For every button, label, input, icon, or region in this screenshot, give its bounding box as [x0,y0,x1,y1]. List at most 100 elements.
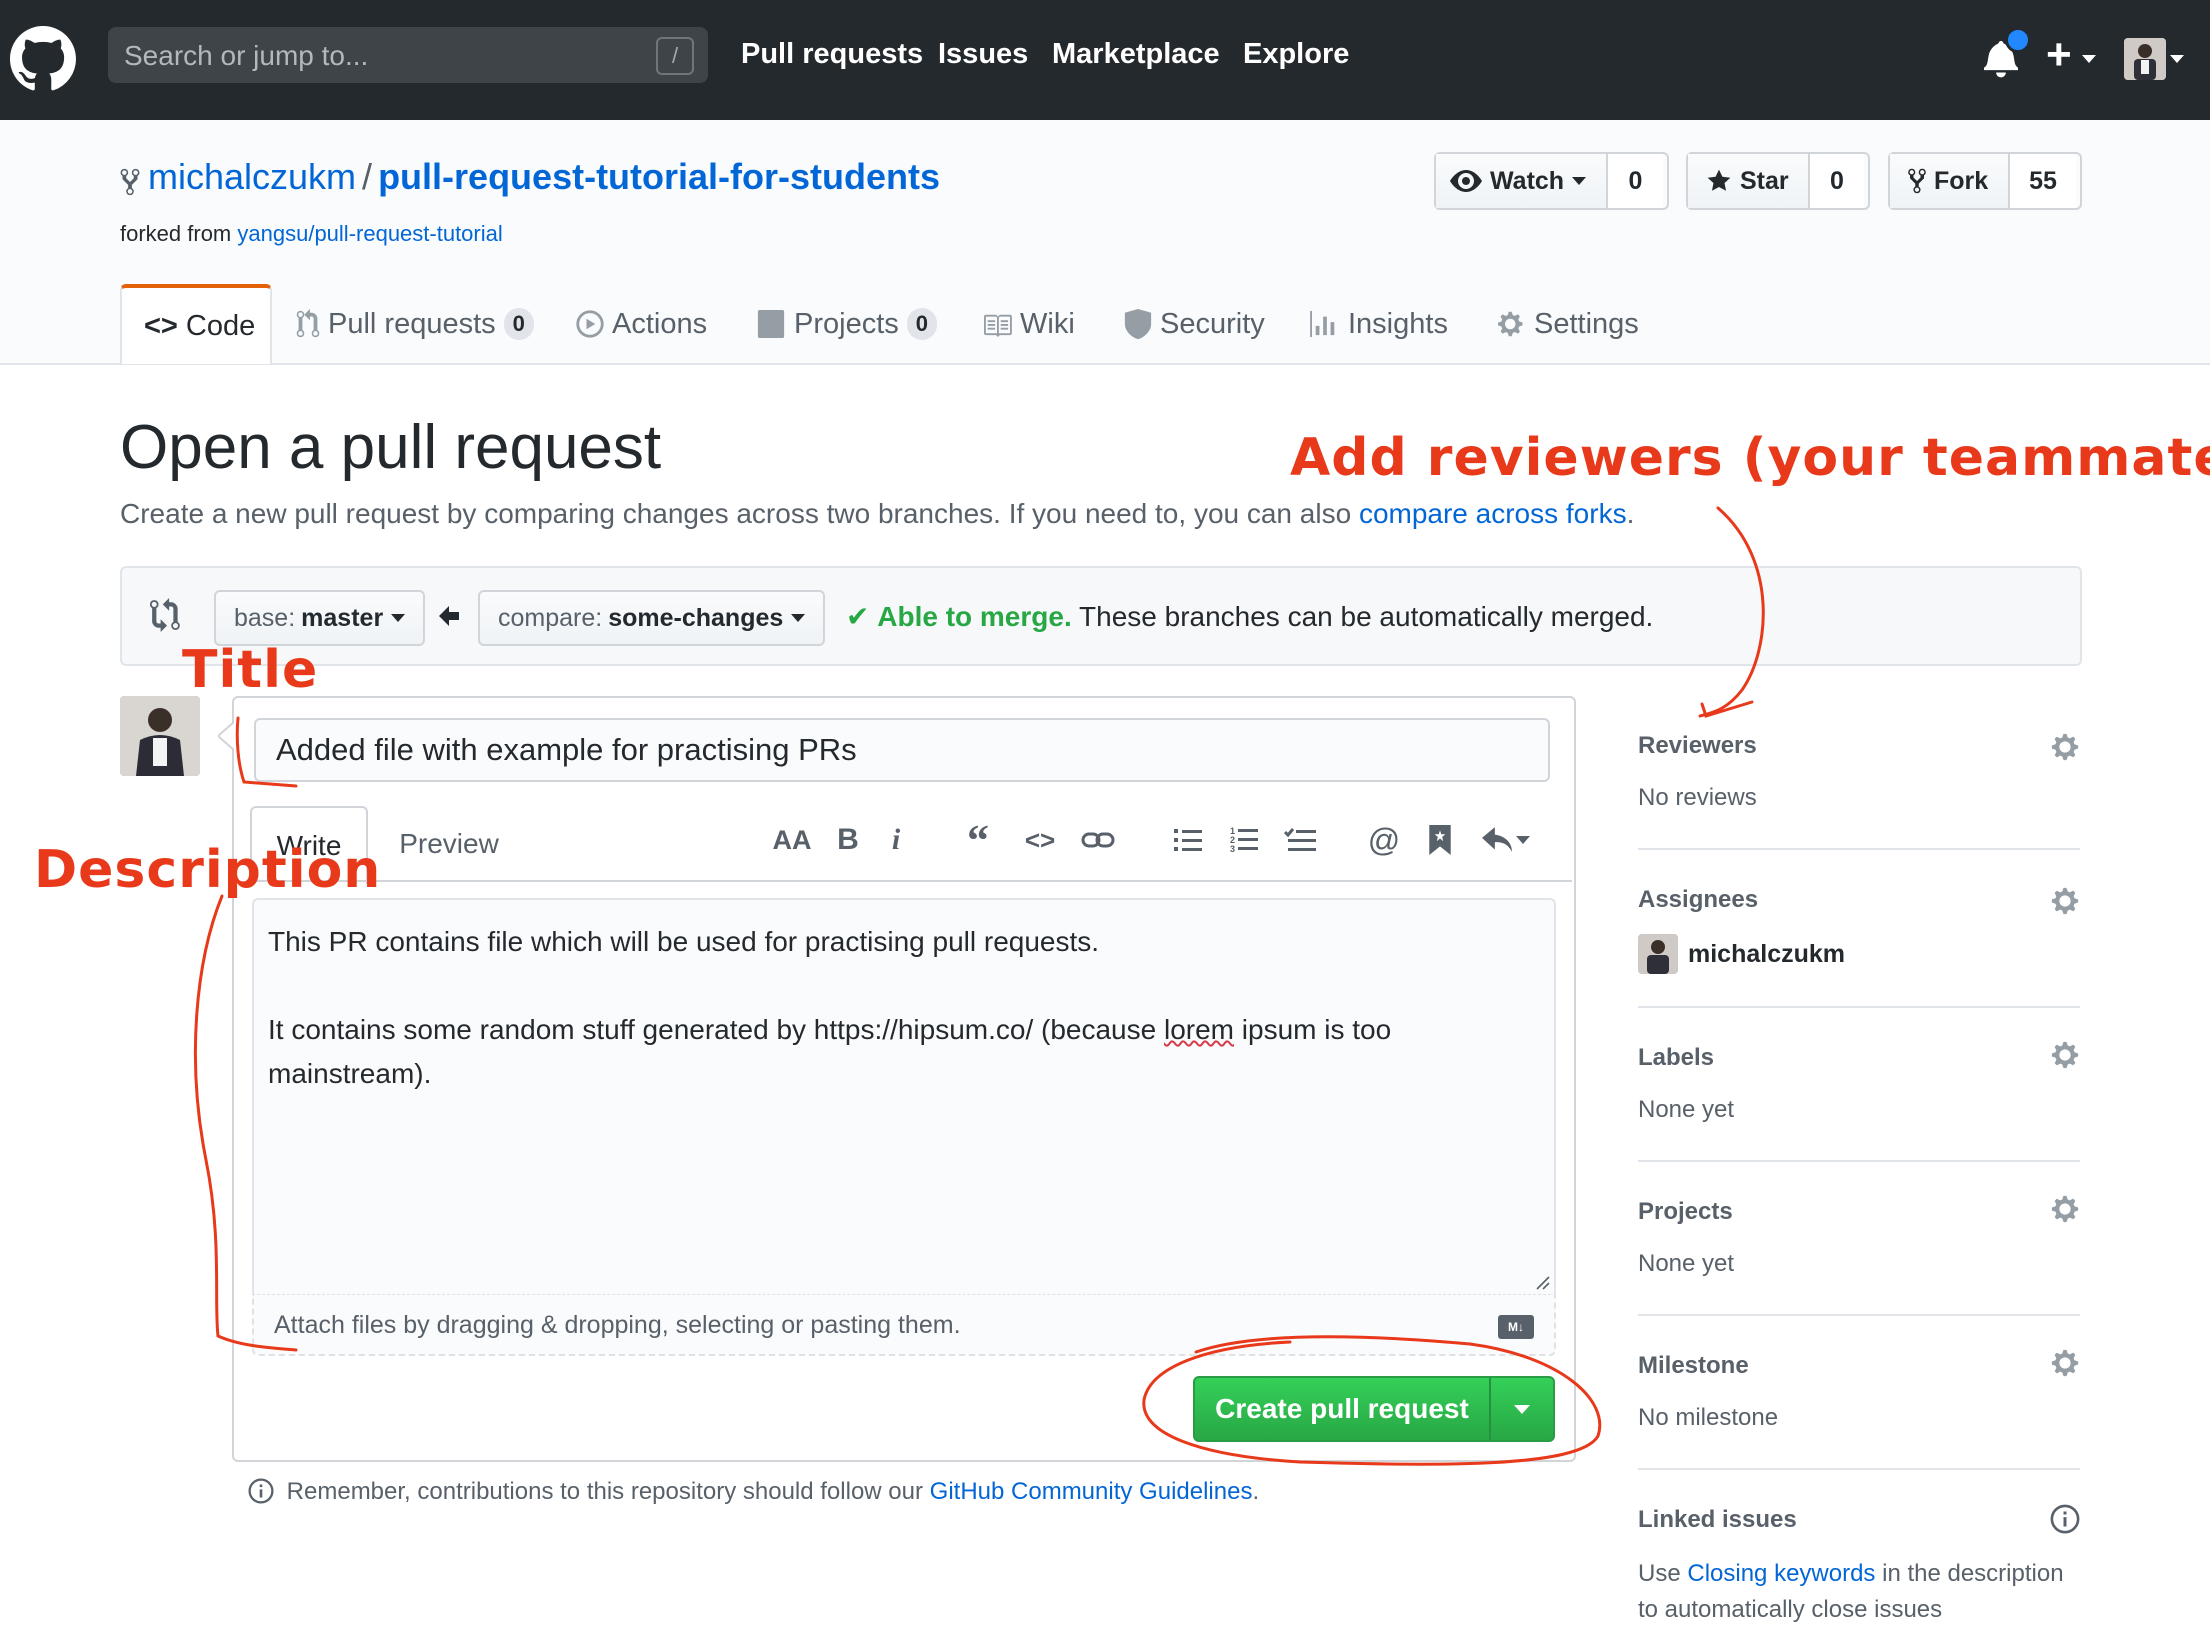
linked-issues-info-icon[interactable] [2050,1504,2080,1534]
bookmark-tool-button[interactable] [1418,818,1462,862]
tab-wiki-label: Wiki [1020,307,1075,340]
attach-files-area[interactable]: Attach files by dragging & dropping, sel… [252,1294,1556,1356]
create-pull-request-button[interactable]: Create pull request [1195,1378,1491,1440]
assignee-item[interactable]: michalczukm [1638,934,1845,974]
git-compare-icon [150,598,180,632]
compare-branch-name: some-changes [608,603,784,632]
nav-marketplace[interactable]: Marketplace [1052,38,1220,71]
base-branch-select[interactable]: base: master [214,590,426,646]
chevron-down-icon [1514,1404,1530,1414]
star-count[interactable]: 0 [1810,154,1864,208]
tab-code-label: Code [185,309,256,342]
tab-insights-label: Insights [1348,307,1448,340]
chevron-down-icon [2082,55,2096,63]
sidebar-divider [1638,1314,2080,1316]
info-icon [248,1478,274,1504]
git-pull-request-icon [296,309,320,338]
compare-branch-select[interactable]: compare: some-changes [478,590,826,646]
nav-explore[interactable]: Explore [1243,38,1349,71]
milestone-heading[interactable]: Milestone [1638,1352,1749,1380]
fork-icon [1908,168,1926,194]
reviewers-heading[interactable]: Reviewers [1638,732,1757,760]
markdown-icon[interactable]: M↓ [1498,1315,1534,1339]
tab-insights[interactable]: Insights [1310,284,1448,364]
search-input[interactable]: Search or jump to... / [108,27,708,83]
repo-name-link[interactable]: pull-request-tutorial-for-students [378,156,940,197]
create-options-dropdown[interactable] [1491,1378,1553,1440]
top-header: Search or jump to... / Pull requests Iss… [0,0,2210,120]
italic-tool-button[interactable]: i [874,818,918,862]
tab-security-label: Security [1160,307,1265,340]
labels-heading[interactable]: Labels [1638,1044,1714,1072]
tab-actions[interactable]: Actions [576,284,707,364]
fork-label: Fork [1934,166,1989,195]
projects-value: None yet [1638,1250,1735,1277]
eye-icon [1450,170,1482,192]
chevron-down-icon [1572,177,1587,185]
link-tool-button[interactable] [1076,818,1120,862]
compare-across-forks-link[interactable]: compare across forks [1359,498,1627,529]
mention-tool-button[interactable]: @ [1362,818,1406,862]
nav-pull-requests[interactable]: Pull requests [741,38,923,71]
reply-icon [1482,827,1512,852]
forked-source-link[interactable]: yangsu/pull-request-tutorial [237,221,502,246]
annotation-arrow-head [1700,700,1754,718]
watch-button[interactable]: Watch [1436,154,1608,208]
star-button[interactable]: Star [1688,154,1810,208]
unordered-list-tool-button[interactable] [1166,818,1210,862]
quote-tool-button[interactable]: “ [956,816,1000,865]
page-title: Open a pull request [120,413,662,482]
labels-gear-icon[interactable] [2050,1040,2080,1070]
tab-preview[interactable]: Preview [384,806,514,882]
closing-keywords-link[interactable]: Closing keywords [1687,1560,1875,1587]
tab-code[interactable]: <> Code [120,284,272,364]
sidebar-divider [1638,1006,2080,1008]
milestone-value: No milestone [1638,1404,1779,1431]
code-tool-button[interactable]: <> [1018,818,1062,862]
watch-count[interactable]: 0 [1608,154,1663,208]
milestone-gear-icon[interactable] [2050,1348,2080,1378]
tab-pull-requests[interactable]: Pull requests 0 [296,284,534,364]
heading-tool-button[interactable]: AA [770,818,814,862]
resize-handle-icon[interactable] [1534,1274,1550,1290]
chevron-down-icon [1516,836,1530,844]
assignees-heading[interactable]: Assignees [1638,886,1758,914]
github-logo-icon[interactable] [10,26,76,92]
tab-pull-requests-counter: 0 [503,308,534,340]
linked-issues-heading: Linked issues [1638,1506,1797,1533]
user-avatar[interactable] [2124,38,2166,80]
bold-tool-button[interactable]: B [826,818,870,862]
reviewers-gear-icon[interactable] [2050,732,2080,762]
watch-button-group: Watch 0 [1434,152,1669,210]
create-new-plus-icon[interactable]: + [2046,30,2072,80]
fork-count[interactable]: 55 [2010,154,2076,208]
branch-range-bar: base: master compare: some-changes ✔ Able … [120,566,2082,666]
arrow-left-icon [439,606,459,626]
pr-description-textarea[interactable]: This PR contains file which will be used… [252,898,1556,1294]
tab-settings[interactable]: Settings [1498,284,1639,364]
reviewers-value: No reviews [1638,784,1757,811]
watch-label: Watch [1490,166,1565,195]
tab-wiki[interactable]: Wiki [982,284,1075,364]
projects-heading[interactable]: Projects [1638,1198,1733,1226]
search-placeholder: Search or jump to... [124,40,369,71]
task-list-tool-button[interactable] [1278,818,1322,862]
sidebar-divider [1638,1468,2080,1470]
nav-issues[interactable]: Issues [938,38,1028,71]
guidelines-text: Remember, contributions to this reposito… [286,1478,923,1505]
tab-projects[interactable]: Projects 0 [756,284,938,364]
assignees-gear-icon[interactable] [2050,886,2080,916]
sidebar-divider [1638,848,2080,850]
pr-title-input[interactable]: Added file with example for practising P… [254,718,1550,782]
star-button-group: Star 0 [1686,152,1870,210]
community-guidelines-link[interactable]: GitHub Community Guidelines [930,1478,1253,1505]
reply-tool-button[interactable] [1476,818,1536,862]
repo-owner-link[interactable]: michalczukm [148,156,356,197]
ordered-list-tool-button[interactable]: 123 [1222,818,1266,862]
tab-security[interactable]: Security [1124,284,1265,364]
chevron-down-icon [2170,55,2184,63]
description-line-1: This PR contains file which will be used… [268,926,1100,957]
projects-gear-icon[interactable] [2050,1194,2080,1224]
sidebar-divider [1638,1160,2080,1162]
fork-button[interactable]: Fork [1890,154,2010,208]
